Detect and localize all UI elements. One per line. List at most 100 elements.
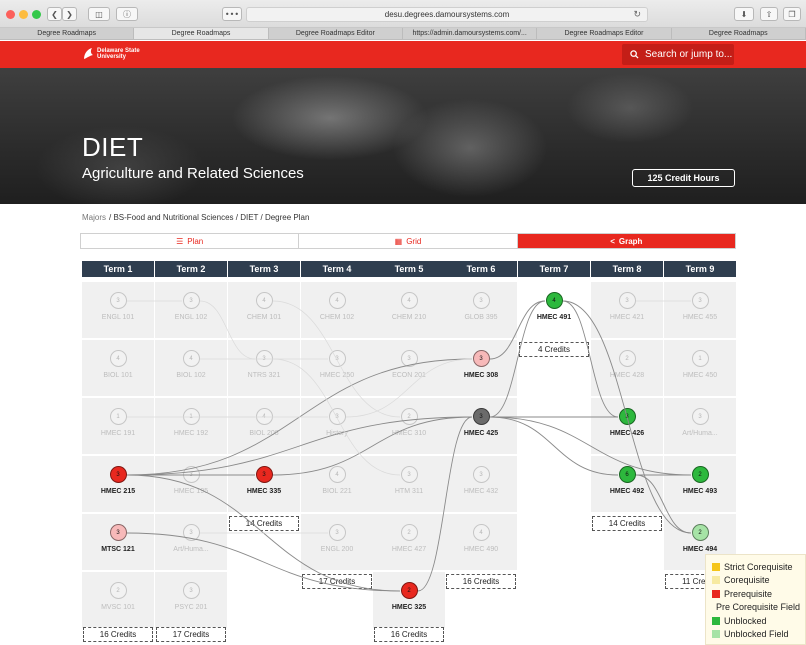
- legend-label: Pre Corequisite Field: [716, 602, 801, 613]
- course-code: HMEC 493: [682, 488, 718, 495]
- term-header: Term 2: [155, 261, 227, 277]
- course-node[interactable]: 3 HMEC 425: [446, 408, 516, 437]
- course-code: PSYC 201: [174, 604, 208, 611]
- course-node[interactable]: 3 HMEC 250: [302, 350, 372, 379]
- course-credit-circle: 2: [400, 524, 418, 541]
- course-credit-circle: 4: [328, 466, 346, 483]
- course-node[interactable]: 4 CHEM 101: [229, 292, 299, 321]
- course-code: ECON 201: [392, 372, 426, 379]
- course-node[interactable]: 1 HMEC 450: [665, 350, 735, 379]
- course-node[interactable]: 3 ENGL 101: [83, 292, 153, 321]
- course-credit-circle: 4: [545, 292, 563, 309]
- term-credit-total: 17 Credits: [156, 627, 226, 642]
- legend-item: Pre Corequisite Field: [712, 601, 801, 615]
- course-node[interactable]: 2 HMEC 493: [665, 466, 735, 495]
- course-node[interactable]: 3 HMEC 421: [592, 292, 662, 321]
- course-node[interactable]: 2 MVSC 101: [83, 582, 153, 611]
- course-node[interactable]: 3 Art/Huma...: [665, 408, 735, 437]
- legend-label: Strict Corequisite: [724, 561, 793, 572]
- course-node[interactable]: 3 NTRS 321: [229, 350, 299, 379]
- course-credit-circle: 4: [109, 350, 127, 367]
- course-credit-circle: 3: [618, 408, 636, 425]
- course-credit-circle: 4: [472, 524, 490, 541]
- course-credit-circle: 3: [472, 466, 490, 483]
- course-node[interactable]: 3 HTM 311: [374, 466, 444, 495]
- course-node[interactable]: 2 HMEC 310: [374, 408, 444, 437]
- course-code: HMEC 492: [609, 488, 645, 495]
- course-node[interactable]: 3 ECON 201: [374, 350, 444, 379]
- course-node[interactable]: 1 HMEC 192: [156, 408, 226, 437]
- term-header: Term 6: [445, 261, 517, 277]
- course-code: BIOL 102: [176, 372, 206, 379]
- degree-graph: Term 1 3 ENGL 101 4 BIOL 101 1 HMEC 191 3 HMEC 2…: [0, 0, 806, 645]
- course-credit-circle: 2: [400, 582, 418, 599]
- course-node[interactable]: 3 HMEC 335: [229, 466, 299, 495]
- course-credit-circle: 3: [328, 350, 346, 367]
- course-credit-circle: 4: [255, 408, 273, 425]
- course-code: HMEC 310: [391, 430, 427, 437]
- term-header: Term 3: [228, 261, 300, 277]
- course-node[interactable]: 6 HMEC 492: [592, 466, 662, 495]
- course-node[interactable]: 3 HMEC 215: [83, 466, 153, 495]
- course-code: HMEC 425: [463, 430, 499, 437]
- course-node[interactable]: 4 BIOL 221: [302, 466, 372, 495]
- course-code: Art/Huma...: [682, 430, 718, 437]
- course-node[interactable]: 4 BIOL 101: [83, 350, 153, 379]
- course-node[interactable]: 4 BIOL 102: [156, 350, 226, 379]
- course-code: HMEC 432: [463, 488, 499, 495]
- course-credit-circle: 3: [472, 292, 490, 309]
- course-code: HMEC 428: [609, 372, 645, 379]
- course-node[interactable]: 4 CHEM 102: [302, 292, 372, 321]
- legend-label: Unblocked: [724, 615, 767, 626]
- course-node[interactable]: 3 History: [302, 408, 372, 437]
- course-code: HTM 311: [394, 488, 424, 495]
- course-node[interactable]: 1 HMEC 191: [83, 408, 153, 437]
- term-credit-total: 4 Credits: [519, 342, 589, 357]
- legend-swatch: [712, 616, 720, 625]
- course-node[interactable]: 3 GLOB 395: [446, 292, 516, 321]
- course-code: MTSC 121: [101, 546, 135, 553]
- course-code: CHEM 101: [246, 314, 282, 321]
- course-code: HMEC 421: [609, 314, 645, 321]
- course-node[interactable]: 4 BIOL 208: [229, 408, 299, 437]
- term-credit-total: 14 Credits: [592, 516, 662, 531]
- term-credit-total: 16 Credits: [446, 574, 516, 589]
- course-credit-circle: 3: [182, 582, 200, 599]
- term-header: Term 9: [664, 261, 736, 277]
- course-code: ENGL 102: [174, 314, 208, 321]
- course-node[interactable]: 3 HMEC 195: [156, 466, 226, 495]
- term-credit-total: 16 Credits: [83, 627, 153, 642]
- course-node[interactable]: 3 HMEC 432: [446, 466, 516, 495]
- course-node[interactable]: 3 PSYC 201: [156, 582, 226, 611]
- course-node[interactable]: 3 HMEC 455: [665, 292, 735, 321]
- course-credit-circle: 1: [182, 408, 200, 425]
- course-node[interactable]: 4 HMEC 491: [519, 292, 589, 321]
- course-node[interactable]: 3 MTSC 121: [83, 524, 153, 553]
- course-node[interactable]: 3 ENGL 102: [156, 292, 226, 321]
- course-node[interactable]: 2 HMEC 325: [374, 582, 444, 611]
- term-credit-total: 17 Credits: [302, 574, 372, 589]
- course-node[interactable]: 2 HMEC 428: [592, 350, 662, 379]
- legend-swatch: [712, 562, 720, 571]
- course-node[interactable]: 3 Art/Huma...: [156, 524, 226, 553]
- legend-swatch: [712, 576, 720, 585]
- legend-label: Unblocked Field: [724, 629, 789, 640]
- course-credit-circle: 3: [182, 466, 200, 483]
- course-credit-circle: 3: [691, 408, 709, 425]
- course-node[interactable]: 3 ENGL 200: [302, 524, 372, 553]
- course-code: HMEC 450: [682, 372, 718, 379]
- course-code: ENGL 200: [320, 546, 354, 553]
- course-code: HMEC 308: [463, 372, 499, 379]
- course-credit-circle: 4: [328, 292, 346, 309]
- course-code: Art/Huma...: [173, 546, 209, 553]
- course-node[interactable]: 4 CHEM 210: [374, 292, 444, 321]
- course-code: HMEC 215: [100, 488, 136, 495]
- course-node[interactable]: 3 HMEC 426: [592, 408, 662, 437]
- course-credit-circle: 3: [472, 350, 490, 367]
- course-node[interactable]: 4 HMEC 490: [446, 524, 516, 553]
- course-node[interactable]: 3 HMEC 308: [446, 350, 516, 379]
- course-node[interactable]: 2 HMEC 494: [665, 524, 735, 553]
- course-node[interactable]: 2 HMEC 427: [374, 524, 444, 553]
- course-credit-circle: 3: [618, 292, 636, 309]
- course-credit-circle: 1: [109, 408, 127, 425]
